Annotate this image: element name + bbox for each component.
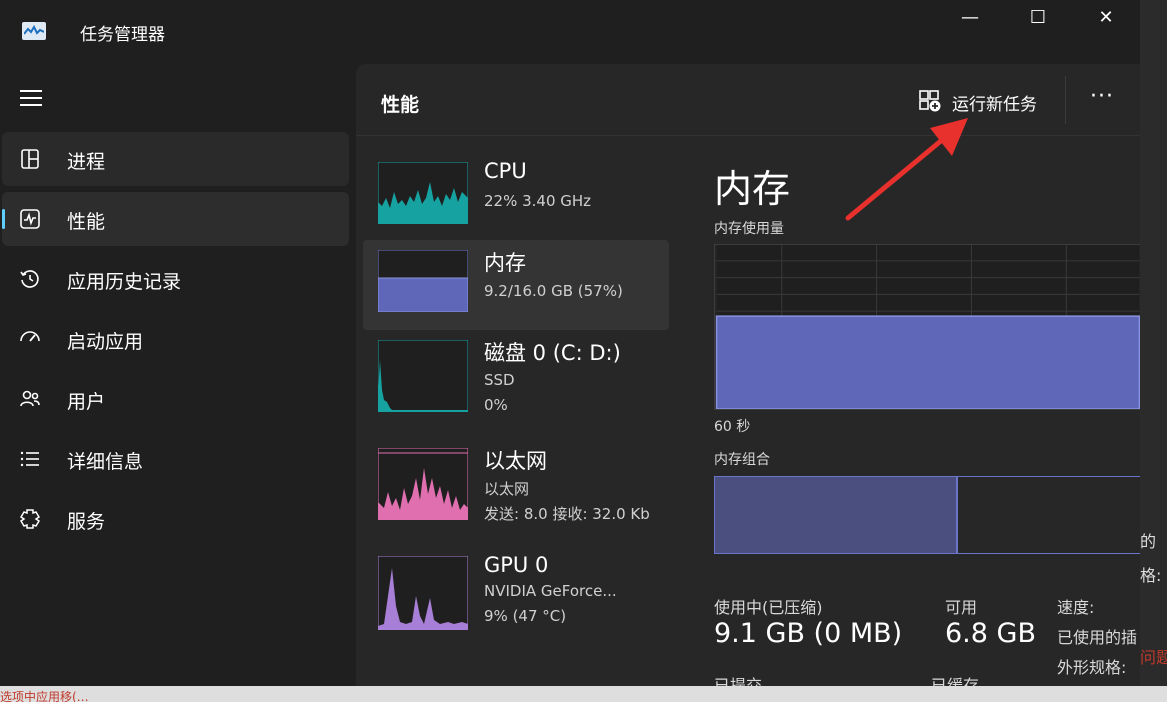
device-stat: SSD: [484, 371, 515, 389]
nav-item-processes[interactable]: 进程: [2, 132, 349, 186]
nav-label: 用户: [67, 391, 106, 413]
device-name: GPU 0: [484, 553, 549, 577]
device-stat: 22% 3.40 GHz: [484, 192, 592, 210]
background-strip: 选项中应用移(…: [0, 686, 1167, 702]
device-item-cpu[interactable]: CPU 22% 3.40 GHz: [363, 152, 669, 242]
disk-graph-thumbnail: [378, 340, 468, 412]
device-name: 磁盘 0 (C: D:): [484, 341, 621, 365]
close-button[interactable]: ✕: [1078, 0, 1134, 36]
startup-icon: [20, 331, 40, 342]
device-stat: 以太网: [484, 480, 530, 498]
nav-item-performance[interactable]: 性能: [2, 192, 349, 246]
background-window: 的 格: 问题: [1140, 0, 1167, 702]
details-icon: [20, 451, 39, 467]
detail-title: 内存: [714, 167, 791, 211]
available-value: 6.8 GB: [945, 618, 1036, 649]
background-text: 的: [1140, 532, 1157, 551]
memory-usage-area: [715, 315, 1140, 409]
form-factor-label: 外形规格:: [1057, 658, 1127, 677]
menu-icon[interactable]: [20, 88, 44, 108]
selection-indicator: [2, 209, 5, 229]
nav-label: 服务: [67, 511, 106, 533]
in-use-value: 9.1 GB (0 MB): [714, 618, 903, 649]
device-item-memory[interactable]: 内存 9.2/16.0 GB (57%): [363, 240, 669, 330]
page-title: 性能: [381, 94, 420, 116]
title-bar[interactable]: 任务管理器 — ☐ ✕: [0, 0, 1140, 64]
device-item-disk[interactable]: 磁盘 0 (C: D:) SSD 0%: [363, 330, 669, 420]
services-icon: [19, 509, 41, 529]
device-item-gpu[interactable]: GPU 0 NVIDIA GeForce... 9% (47 °C): [363, 546, 669, 636]
cpu-graph-thumbnail: [378, 162, 468, 224]
committed-label: 已提交: [714, 676, 763, 686]
annotation-arrow: [845, 118, 968, 221]
nav-item-details[interactable]: 详细信息: [2, 432, 349, 486]
device-stat: 9% (47 °C): [484, 607, 567, 625]
device-name: 以太网: [484, 449, 547, 473]
device-stat: 发送: 8.0 接收: 32.0 Kb: [484, 505, 650, 523]
device-name: 内存: [484, 251, 526, 275]
memory-composition-bar: [714, 476, 1140, 554]
background-text: 问题: [1140, 648, 1167, 667]
nav-item-app-history[interactable]: 应用历史记录: [2, 252, 349, 306]
device-stat: 9.2/16.0 GB (57%): [484, 282, 623, 300]
main-panel: 性能 运行新任务 ··· CPU 22% 3.40 GHz 内存 9.2/16.…: [356, 64, 1140, 686]
nav-label: 详细信息: [67, 451, 144, 473]
nav-label: 进程: [67, 151, 106, 173]
task-manager-icon: [22, 22, 46, 40]
gpu-graph-thumbnail: [378, 556, 468, 630]
nav-label: 启动应用: [67, 331, 144, 353]
composition-label: 内存组合: [714, 452, 770, 468]
performance-icon: [20, 209, 40, 229]
background-text: 选项中应用移(…: [0, 690, 89, 702]
minimize-button[interactable]: —: [942, 0, 998, 36]
background-text: 格:: [1140, 566, 1162, 585]
maximize-button[interactable]: ☐: [1010, 0, 1066, 36]
ethernet-graph-thumbnail: [378, 448, 468, 520]
device-item-ethernet[interactable]: 以太网 以太网 发送: 8.0 接收: 32.0 Kb: [363, 438, 669, 528]
usage-graph-label: 内存使用量: [714, 221, 784, 237]
time-axis-label: 60 秒: [714, 419, 751, 435]
nav-item-services[interactable]: 服务: [2, 492, 349, 546]
in-use-label: 使用中(已压缩): [714, 598, 823, 617]
memory-in-use-segment: [715, 477, 958, 553]
slots-used-label: 已使用的插: [1057, 628, 1138, 647]
history-icon: [20, 270, 39, 288]
device-name: CPU: [484, 159, 527, 183]
users-icon: [20, 390, 40, 407]
nav-item-users[interactable]: 用户: [2, 372, 349, 426]
available-label: 可用: [945, 598, 978, 617]
processes-icon: [21, 149, 39, 169]
nav-label: 应用历史记录: [67, 271, 182, 293]
device-stat: NVIDIA GeForce...: [484, 582, 617, 600]
memory-graph-thumbnail: [378, 250, 468, 312]
nav-label: 性能: [67, 211, 106, 233]
cached-label: 已缓存: [931, 676, 980, 686]
speed-label: 速度:: [1057, 598, 1095, 617]
screen: 的 格: 问题 选项中应用移(… 任务管理器 — ☐ ✕ 进程 性能 应用历史记…: [0, 0, 1167, 702]
nav-item-startup[interactable]: 启动应用: [2, 312, 349, 366]
device-stat: 0%: [484, 396, 508, 414]
window-title: 任务管理器: [80, 25, 165, 45]
memory-usage-graph: [714, 244, 1140, 410]
